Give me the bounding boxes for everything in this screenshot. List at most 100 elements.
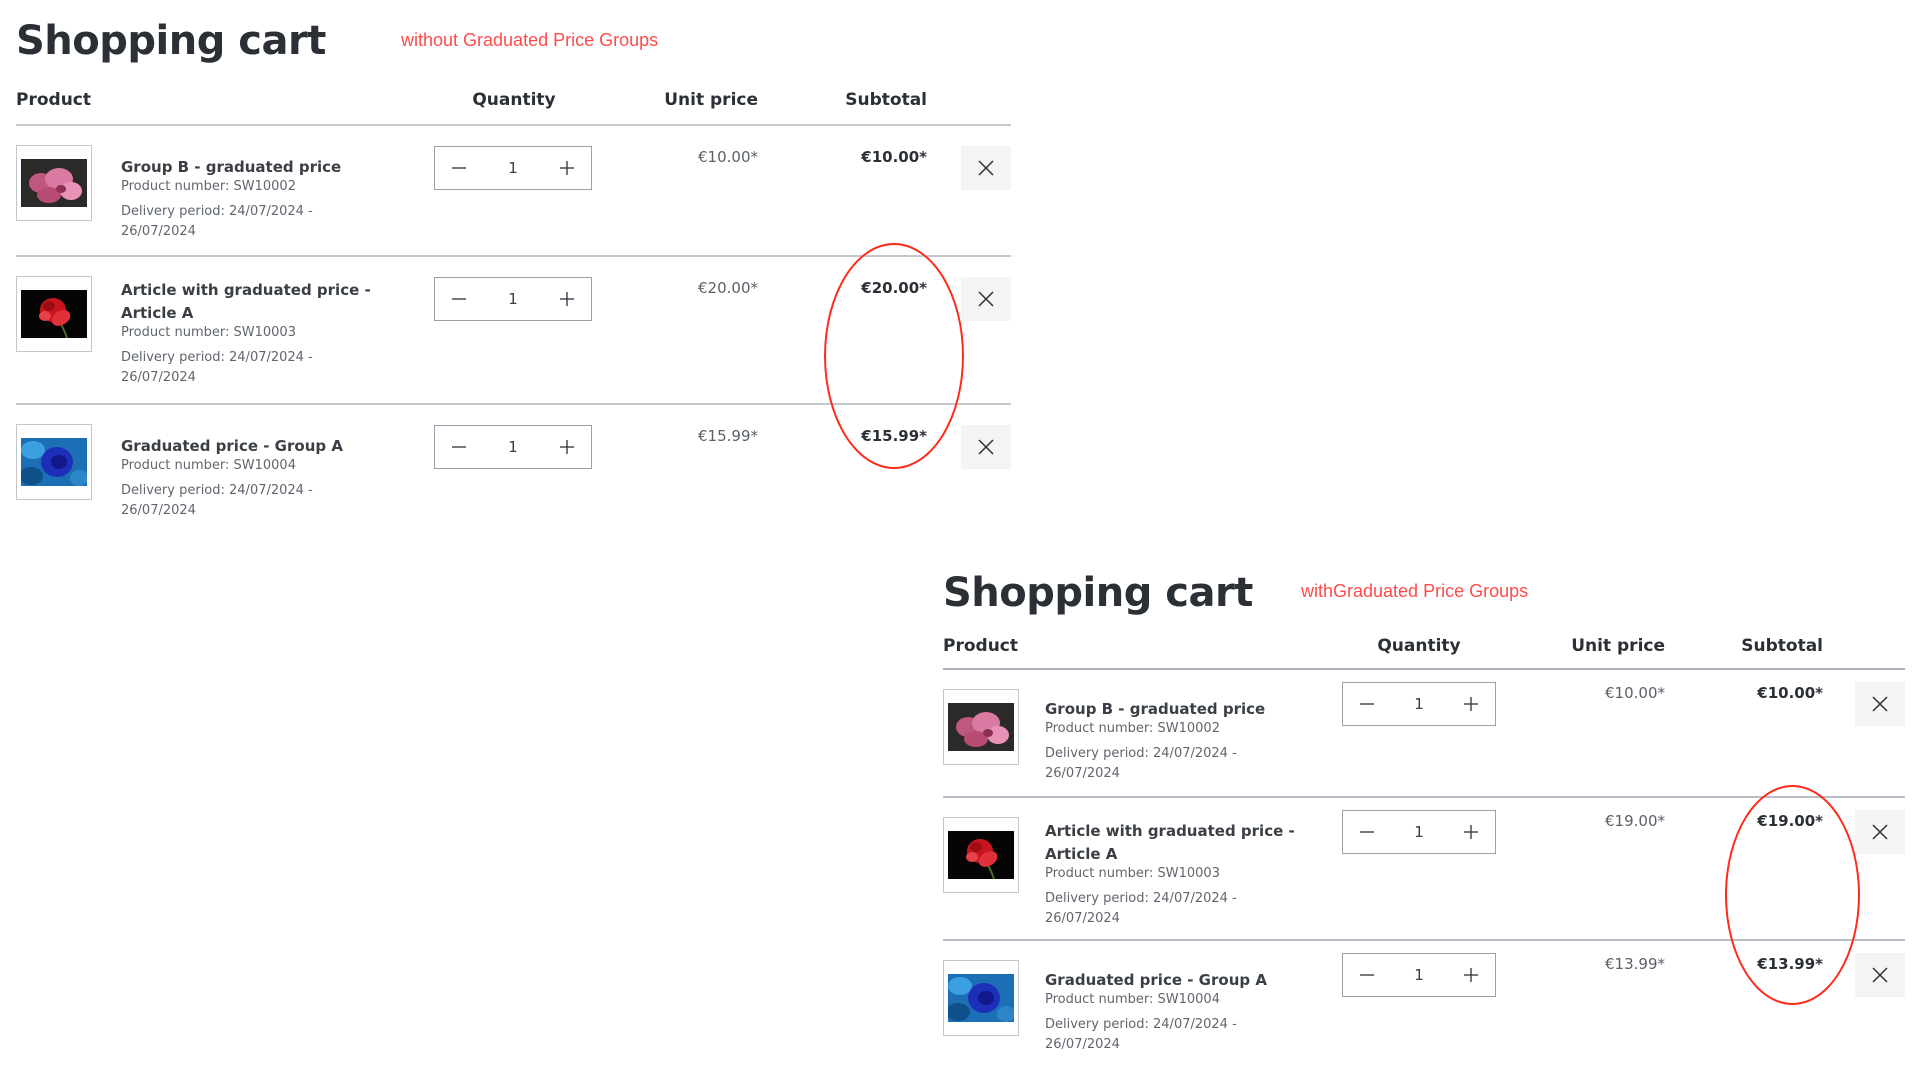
quantity-input[interactable]: 1 [483,159,543,177]
cart-items: Group B - graduated price Product number… [16,126,1011,535]
annotation-label: without Graduated Price Groups [401,30,659,50]
quantity-input[interactable]: 1 [483,438,543,456]
increase-quantity-button[interactable] [1447,683,1495,725]
product-name[interactable]: Article with graduated price - Article A [121,279,381,325]
column-header-unit-price: Unit price [1571,636,1665,656]
column-header-product: Product [943,636,1018,656]
pink-orchid-image [21,159,87,207]
remove-item-button[interactable] [1855,810,1905,854]
product-image-red-rose[interactable] [16,276,92,352]
unit-price: €10.00* [1605,684,1665,702]
increase-quantity-button[interactable] [543,278,591,320]
decrease-quantity-button[interactable] [435,147,483,189]
product-number: Product number: SW10002 [1045,721,1220,736]
remove-item-button[interactable] [961,146,1011,190]
remove-item-button[interactable] [1855,682,1905,726]
unit-price: €19.00* [1605,812,1665,830]
cart-items: Group B - graduated price Product number… [943,670,1905,1071]
column-header-product: Product [16,90,91,110]
product-info: Graduated price - Group A Product number… [121,435,381,521]
product-image-blue-rose[interactable] [16,424,92,500]
column-header-subtotal: Subtotal [1741,636,1823,656]
unit-price: €15.99* [698,427,758,445]
product-number: Product number: SW10004 [121,458,296,473]
quantity-stepper: 1 [434,277,592,321]
quantity-input[interactable]: 1 [483,290,543,308]
plus-icon [1464,697,1478,711]
minus-icon [1360,703,1374,705]
product-info: Article with graduated price - Article A… [1045,820,1305,929]
product-name[interactable]: Group B - graduated price [121,156,381,179]
delivery-period: Delivery period: 24/07/2024 - 26/07/2024 [121,483,313,518]
product-info: Group B - graduated price Product number… [1045,698,1305,784]
quantity-input[interactable]: 1 [1391,966,1447,984]
plus-icon [560,440,574,454]
remove-item-button[interactable] [1855,953,1905,997]
subtotal: €10.00* [861,148,927,166]
product-name[interactable]: Graduated price - Group A [121,435,381,458]
decrease-quantity-button[interactable] [435,426,483,468]
product-name[interactable]: Graduated price - Group A [1045,969,1305,992]
product-name[interactable]: Group B - graduated price [1045,698,1305,721]
close-icon [1872,967,1888,983]
decrease-quantity-button[interactable] [1343,954,1391,996]
subtotal: €15.99* [861,427,927,445]
column-header-quantity: Quantity [472,90,556,110]
quantity-stepper: 1 [1342,953,1496,997]
pink-orchid-image [948,703,1014,751]
minus-icon [1360,974,1374,976]
quantity-input[interactable]: 1 [1391,695,1447,713]
decrease-quantity-button[interactable] [1343,811,1391,853]
column-header-unit-price: Unit price [664,90,758,110]
increase-quantity-button[interactable] [543,426,591,468]
increase-quantity-button[interactable] [543,147,591,189]
product-image-pink-orchid[interactable] [16,145,92,221]
annotation-label: withGraduated Price Groups [1301,581,1529,601]
unit-price: €10.00* [698,148,758,166]
quantity-input[interactable]: 1 [1391,823,1447,841]
delivery-period: Delivery period: 24/07/2024 - 26/07/2024 [121,350,313,385]
cart-line-item: Group B - graduated price Product number… [16,126,1011,257]
product-image-pink-orchid[interactable] [943,689,1019,765]
remove-item-button[interactable] [961,425,1011,469]
table-header: Product Quantity Unit price Subtotal [943,636,1905,670]
cart-line-item: Article with graduated price - Article A… [16,257,1011,405]
cart-line-item: Graduated price - Group A Product number… [16,405,1011,535]
product-name[interactable]: Article with graduated price - Article A [1045,820,1305,866]
quantity-stepper: 1 [1342,810,1496,854]
product-number: Product number: SW10003 [1045,866,1220,881]
cart-line-item: Graduated price - Group A Product number… [943,941,1905,1071]
unit-price: €13.99* [1605,955,1665,973]
decrease-quantity-button[interactable] [1343,683,1391,725]
product-info: Article with graduated price - Article A… [121,279,381,388]
product-image-blue-rose[interactable] [943,960,1019,1036]
plus-icon [1464,968,1478,982]
increase-quantity-button[interactable] [1447,954,1495,996]
quantity-stepper: 1 [434,425,592,469]
close-icon [978,291,994,307]
subtotal: €20.00* [861,279,927,297]
product-image-red-rose[interactable] [943,817,1019,893]
subtotal: €19.00* [1757,812,1823,830]
increase-quantity-button[interactable] [1447,811,1495,853]
cart-line-item: Group B - graduated price Product number… [943,670,1905,798]
close-icon [1872,824,1888,840]
minus-icon [452,298,466,300]
column-header-subtotal: Subtotal [845,90,927,110]
quantity-stepper: 1 [434,146,592,190]
subtotal: €13.99* [1757,955,1823,973]
close-icon [978,439,994,455]
product-number: Product number: SW10002 [121,179,296,194]
product-number: Product number: SW10004 [1045,992,1220,1007]
product-info: Graduated price - Group A Product number… [1045,969,1305,1055]
close-icon [1872,696,1888,712]
subtotal: €10.00* [1757,684,1823,702]
page-title: Shopping cart [16,18,326,64]
decrease-quantity-button[interactable] [435,278,483,320]
remove-item-button[interactable] [961,277,1011,321]
delivery-period: Delivery period: 24/07/2024 - 26/07/2024 [1045,891,1237,926]
blue-rose-image [948,974,1014,1022]
red-rose-image [948,831,1014,879]
close-icon [978,160,994,176]
quantity-stepper: 1 [1342,682,1496,726]
